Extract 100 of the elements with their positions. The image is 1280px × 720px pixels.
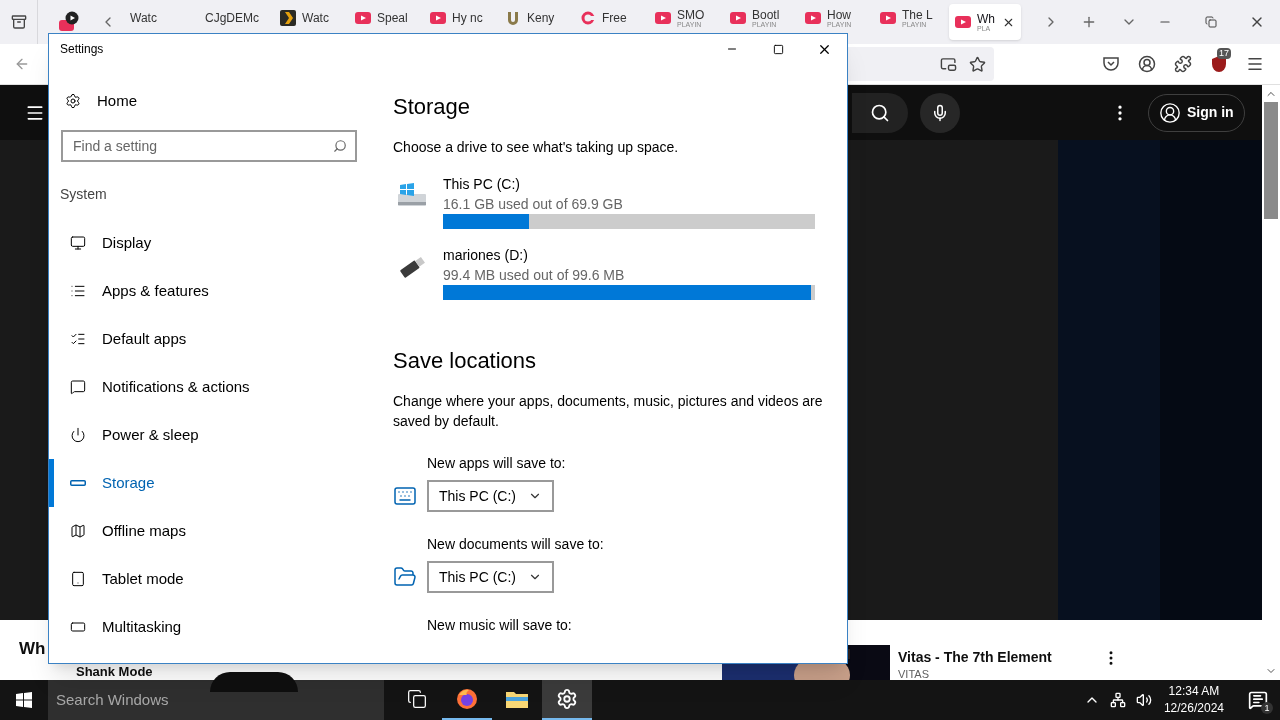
browser-tab[interactable]: Watc [124,4,199,32]
tab-title: Watc [130,12,157,24]
bookmark-star-icon[interactable] [969,55,986,73]
recommended-channel: VITAS [898,668,929,680]
save-location-label: New music will save to: [427,616,573,635]
tab-title: Wh [977,12,995,25]
drive-item[interactable]: mariones (D:) 99.4 MB used out of 99.6 MB [393,245,833,300]
tab-title: Bootl [752,8,780,21]
voice-search-button[interactable] [920,92,960,133]
tab-title: SMO [677,8,705,21]
tab-title: Watc [302,12,329,24]
tab-title: Free [602,12,627,24]
drive-usage: 99.4 MB used out of 99.6 MB [443,266,626,285]
volume-icon[interactable] [1135,692,1152,708]
microphone-icon [931,103,949,122]
restore-icon [1205,16,1217,28]
video-title: Wh [19,638,46,660]
user-icon [1159,101,1181,124]
browser-tab[interactable]: CJgDEMc [199,4,274,32]
nav-item[interactable]: Tablet mode [49,555,369,603]
back-icon[interactable] [14,56,30,72]
section-heading: System [60,185,108,204]
tab-title: The L [902,8,933,21]
search-button[interactable] [852,92,908,133]
media-tab-icon [58,11,80,33]
video-play-icon [355,12,371,24]
drive-dropdown[interactable]: This PC (C:) [427,561,554,593]
page-heading: Storage [393,93,472,121]
browser-tab[interactable]: Free [574,4,649,32]
picture-in-picture-icon[interactable] [940,55,957,73]
extensions-icon[interactable] [1174,55,1192,73]
task-view-icon [407,689,427,709]
keyboard-icon [393,484,417,508]
recommended-video-title: Vitas - The 7th Element [898,648,1052,667]
nav-item[interactable]: Display [49,219,369,267]
drive-icon [70,480,86,486]
extension-badge: 17 [1217,48,1231,59]
ring-icon [580,10,596,26]
tab-title: Keny [527,12,555,24]
date: 12/26/2024 [1163,700,1224,717]
browser-tab[interactable]: Keny [499,4,574,32]
pocket-icon[interactable] [1102,56,1120,72]
search-field[interactable]: Find a setting [61,130,357,162]
description: Change where your apps, documents, music, pictures and videos are saved by default. [393,392,824,431]
search-field[interactable]: Search Windows [48,680,384,720]
drive-dropdown[interactable]: This PC (C:) [427,480,554,512]
computer-icon [396,182,428,208]
list-icon [70,283,86,299]
taskbar-app[interactable] [542,680,592,720]
scrollbar-thumb[interactable] [1264,102,1278,219]
tab-title: CJgDEMc [205,12,259,24]
nav-item[interactable]: Notifications & actions [49,363,369,411]
gear-icon [65,93,81,109]
network-icon[interactable] [1109,692,1126,708]
nav-item[interactable]: Multitasking [49,603,369,651]
drive-name: mariones (D:) [443,246,529,265]
clock[interactable]: 12:34 AM 12/26/2024 [1161,683,1226,717]
window-title: Settings [60,41,104,58]
notifications-icon[interactable] [1248,690,1268,710]
browser-tab[interactable]: Hy nc [424,4,499,32]
home-link[interactable]: Home [49,84,369,118]
save-location-label: New apps will save to: [427,454,567,473]
drive-item[interactable]: This PC (C:) 16.1 GB used out of 69.9 GB [393,174,833,229]
windows-logo-icon [16,692,32,708]
nav-item[interactable]: Apps & features [49,267,369,315]
video-play-icon [955,16,971,28]
nav-item[interactable]: Default apps [49,315,369,363]
browser-icon [455,687,479,711]
folder-icon [505,689,529,709]
tablet-icon [70,571,86,587]
new-tab-icon[interactable] [1081,14,1097,30]
windows-icon [70,619,86,635]
tab-title: How [827,8,852,21]
folder-icon [393,565,417,589]
browser-tab[interactable]: Watc [274,4,349,32]
gear-icon [556,688,578,710]
video-play-icon [730,12,746,24]
menu-icon[interactable] [1246,55,1264,73]
video-play-icon [880,12,896,24]
description: Choose a drive to see what's taking up space. [393,138,680,157]
nav-item[interactable]: Offline maps [49,507,369,555]
map-icon [70,523,86,539]
checklist-icon [70,331,86,347]
drive-usage: 16.1 GB used out of 69.9 GB [443,195,624,214]
maximize-icon [772,43,784,55]
nav-item[interactable]: Storage [49,459,369,507]
monitor-icon [70,235,86,251]
archive-icon [10,14,27,30]
tab-title: Speal [377,12,408,24]
account-icon[interactable] [1138,55,1156,73]
browser-tab[interactable]: Speal [349,4,424,32]
tab-title: Hy nc [452,12,483,24]
channel-name: Shank Mode [76,665,153,679]
video-play-icon [655,12,671,24]
power-icon [70,427,86,443]
section-heading: Save locations [393,347,538,375]
nav-item[interactable]: Power & sleep [49,411,369,459]
address-bar[interactable] [848,47,994,81]
video-play-icon [805,12,821,24]
save-location-label: New documents will save to: [427,535,605,554]
